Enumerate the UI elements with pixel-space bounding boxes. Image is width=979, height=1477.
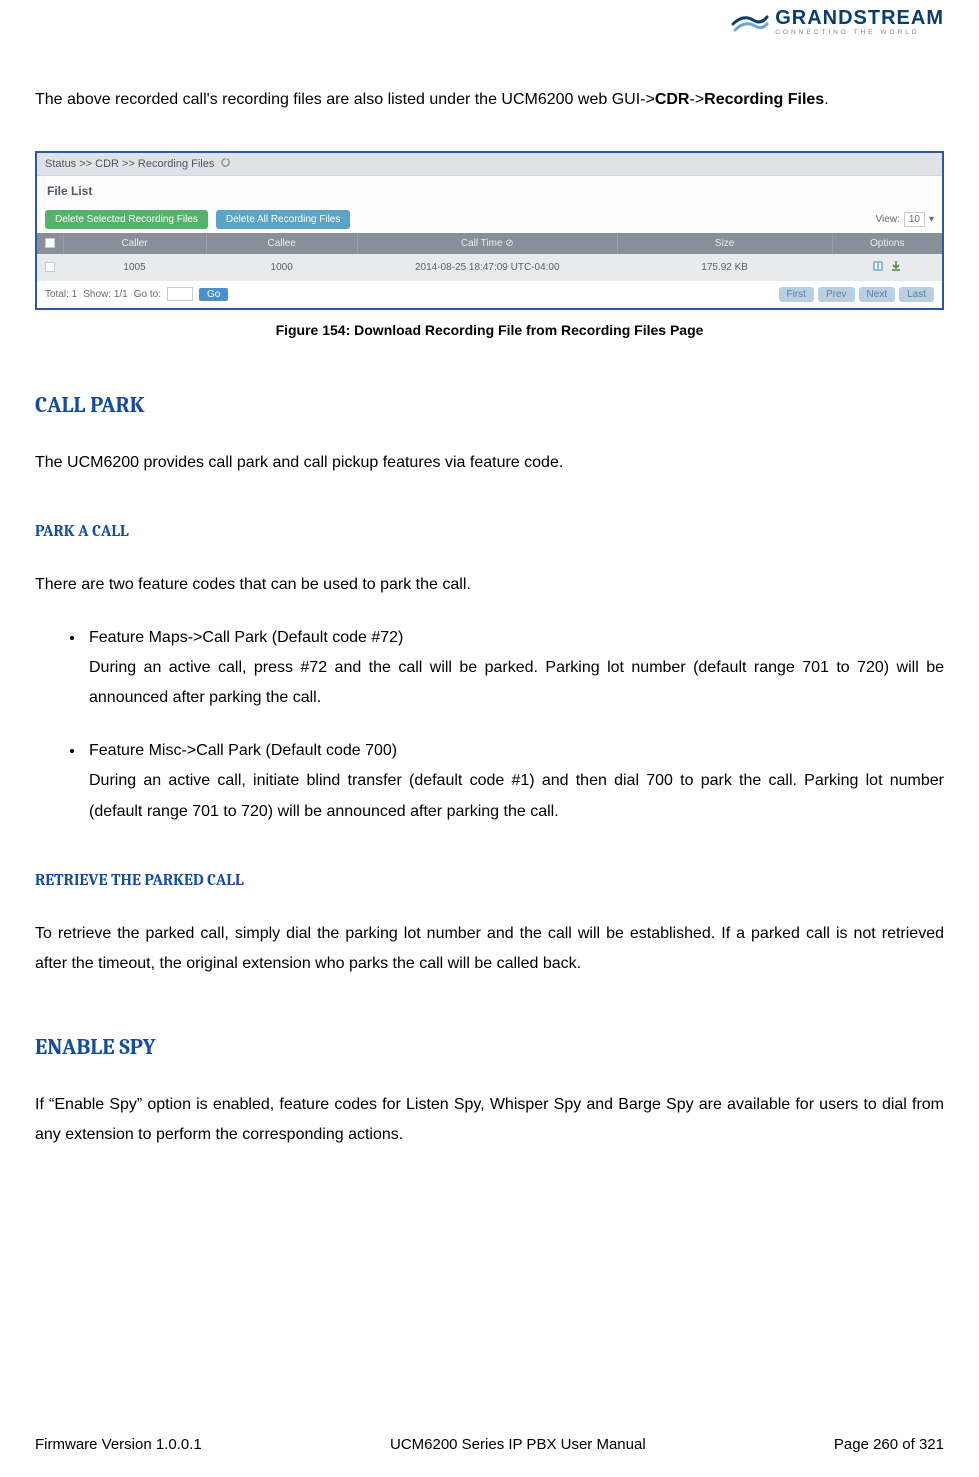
figure-breadcrumb: Status >> CDR >> Recording Files: [37, 153, 942, 176]
intro-sep: ->: [689, 91, 704, 108]
delete-all-button: Delete All Recording Files: [216, 210, 351, 229]
intro-post: .: [824, 91, 828, 108]
list-item-body: During an active call, initiate blind tr…: [89, 772, 944, 819]
file-list-label: File List: [37, 176, 942, 206]
footer-goto-label: Go to:: [134, 289, 161, 300]
col-caller: Caller: [63, 233, 206, 254]
col-size: Size: [617, 233, 832, 254]
retrieve-body: To retrieve the parked call, simply dial…: [35, 919, 944, 980]
enable-spy-body: If “Enable Spy” option is enabled, featu…: [35, 1090, 944, 1151]
figure-footer: Total: 1 Show: 1/1 Go to: Go First Prev …: [37, 281, 942, 308]
col-callee: Callee: [206, 233, 357, 254]
feature-code-list: Feature Maps->Call Park (Default code #7…: [35, 623, 944, 827]
go-button: Go: [199, 288, 228, 301]
cell-caller: 1005: [63, 254, 206, 281]
intro-bold-cdr: CDR: [655, 91, 690, 108]
table-row: 1005 1000 2014-08-25 18:47:09 UTC-04:00 …: [37, 254, 942, 281]
list-item: Feature Misc->Call Park (Default code 70…: [85, 736, 944, 827]
footer-left: Firmware Version 1.0.0.1: [35, 1436, 202, 1453]
footer-right: Page 260 of 321: [834, 1436, 944, 1453]
page-footer: Firmware Version 1.0.0.1 UCM6200 Series …: [35, 1436, 944, 1453]
row-checkbox: [45, 262, 55, 272]
col-options: Options: [832, 233, 942, 254]
figure-caption: Figure 154: Download Recording File from…: [35, 322, 944, 338]
col-calltime: Call Time ⊘: [357, 233, 617, 254]
select-all-checkbox: [45, 238, 55, 248]
call-park-intro: The UCM6200 provides call park and call …: [35, 448, 944, 478]
list-item-head: Feature Maps->Call Park (Default code #7…: [89, 629, 403, 646]
refresh-icon: [220, 157, 231, 171]
download-icon: [890, 260, 902, 272]
view-label: View:: [876, 214, 900, 225]
heading-call-park: CALL PARK: [35, 392, 944, 418]
view-value: 10: [904, 212, 925, 227]
logo-tagline: CONNECTING THE WORLD: [775, 30, 944, 37]
brand-logo: GRANDSTREAM CONNECTING THE WORLD: [731, 8, 944, 37]
goto-input: [167, 287, 193, 301]
logo-mark-icon: [731, 8, 769, 36]
footer-show: Show: 1/1: [83, 289, 127, 300]
list-item: Feature Maps->Call Park (Default code #7…: [85, 623, 944, 714]
intro-bold-recfiles: Recording Files: [704, 91, 824, 108]
play-icon: [872, 260, 884, 272]
pager-last: Last: [899, 287, 934, 302]
figure-toolbar: Delete Selected Recording Files Delete A…: [37, 206, 942, 233]
breadcrumb-text: Status >> CDR >> Recording Files: [45, 158, 214, 170]
pager-first: First: [779, 287, 814, 302]
footer-center: UCM6200 Series IP PBX User Manual: [390, 1436, 646, 1453]
view-selector: View: 10 ▾: [876, 212, 934, 227]
heading-park-a-call: PARK A CALL: [35, 522, 944, 540]
intro-pre: The above recorded call's recording file…: [35, 91, 655, 108]
pager-next: Next: [859, 287, 896, 302]
list-item-body: During an active call, press #72 and the…: [89, 659, 944, 706]
delete-selected-button: Delete Selected Recording Files: [45, 210, 208, 229]
heading-enable-spy: ENABLE SPY: [35, 1034, 944, 1060]
list-item-head: Feature Misc->Call Park (Default code 70…: [89, 742, 397, 759]
figure-recording-files: Status >> CDR >> Recording Files File Li…: [35, 151, 944, 310]
cell-calltime: 2014-08-25 18:47:09 UTC-04:00: [357, 254, 617, 281]
cell-size: 175.92 KB: [617, 254, 832, 281]
footer-total: Total: 1: [45, 289, 77, 300]
pager-prev: Prev: [818, 287, 855, 302]
recording-files-table: Caller Callee Call Time ⊘ Size Options 1…: [37, 233, 942, 281]
heading-retrieve: RETRIEVE THE PARKED CALL: [35, 871, 944, 889]
intro-paragraph: The above recorded call's recording file…: [35, 85, 944, 115]
park-a-call-intro: There are two feature codes that can be …: [35, 570, 944, 600]
cell-callee: 1000: [206, 254, 357, 281]
header-logo: GRANDSTREAM CONNECTING THE WORLD: [35, 0, 944, 43]
logo-brand-text: GRANDSTREAM: [775, 8, 944, 28]
dropdown-icon: ▾: [929, 214, 934, 225]
